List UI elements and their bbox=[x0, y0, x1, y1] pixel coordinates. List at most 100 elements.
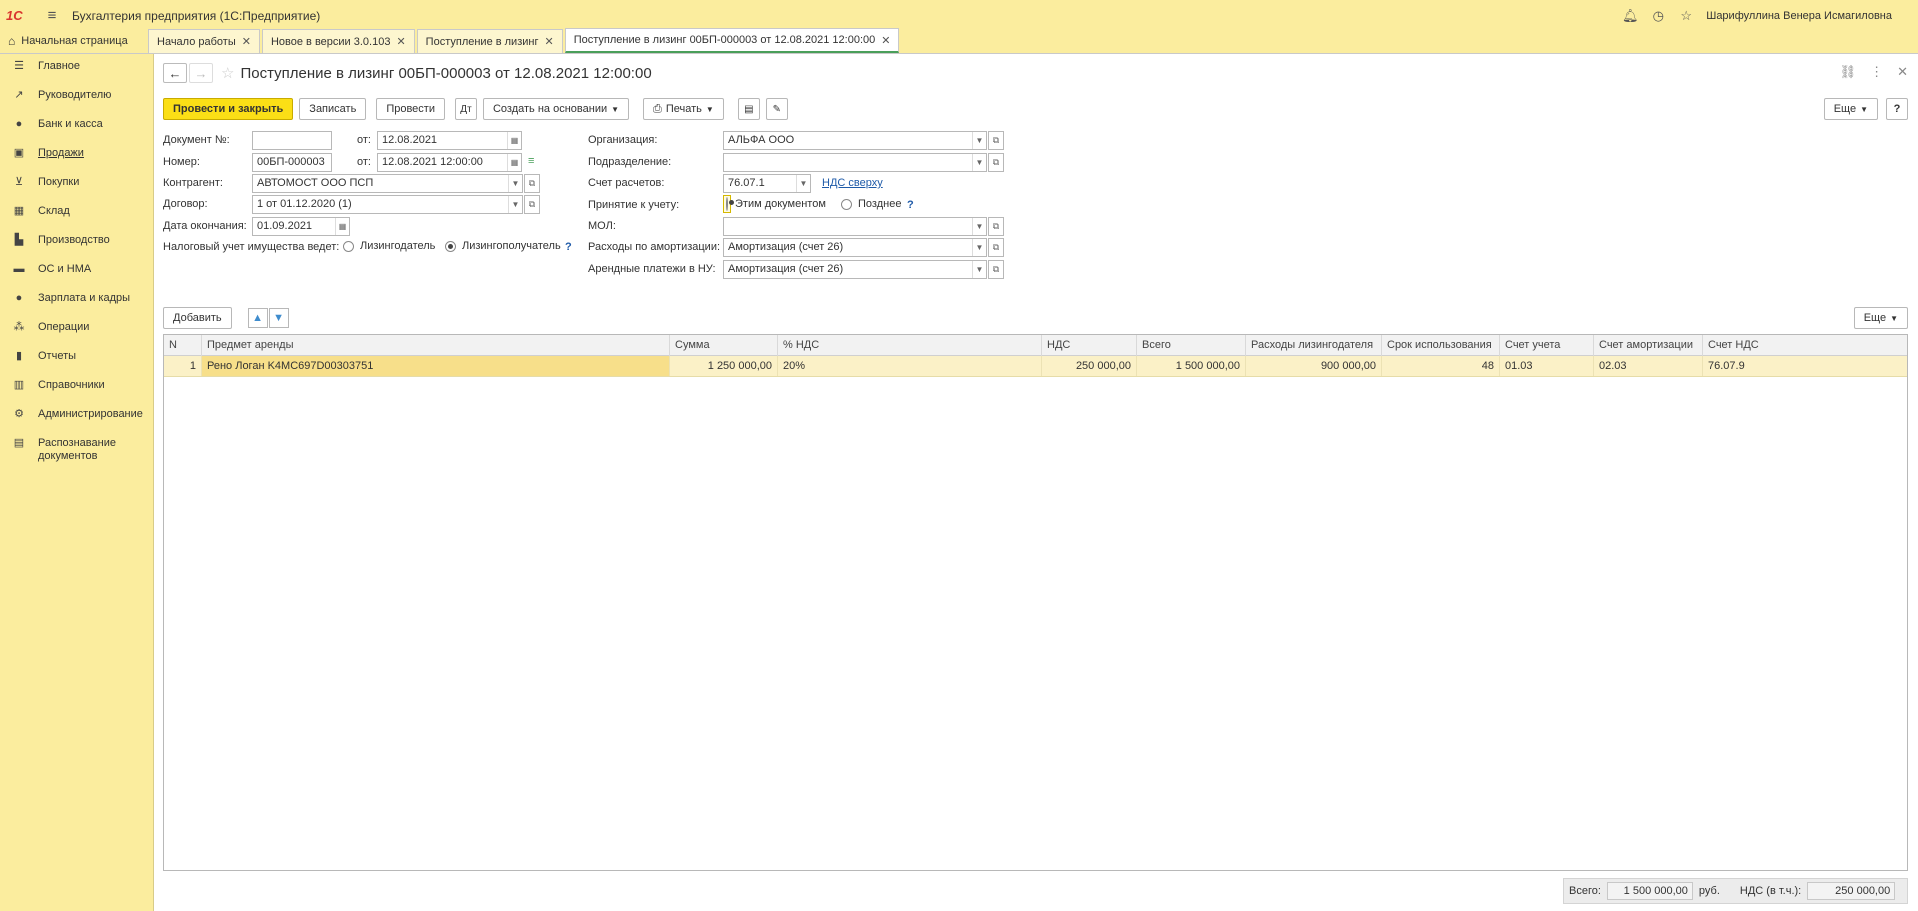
sidebar-item-admin[interactable]: ⚙ Администрирование bbox=[0, 402, 153, 431]
accept-help-icon[interactable]: ? bbox=[907, 199, 914, 211]
calendar-icon[interactable]: ▦ bbox=[335, 218, 349, 235]
cell-usage-term[interactable]: 48 bbox=[1382, 356, 1500, 376]
report-icon[interactable]: ▤ bbox=[737, 98, 760, 120]
dt-kt-icon[interactable]: Дт bbox=[454, 98, 477, 120]
chevron-down-icon[interactable]: ▼ bbox=[972, 218, 986, 235]
radio-this-document[interactable]: Этим документом bbox=[723, 195, 826, 213]
chevron-down-icon[interactable]: ▼ bbox=[972, 261, 986, 278]
counterparty-open-icon[interactable]: ⧉ bbox=[524, 174, 540, 193]
column-header[interactable]: N bbox=[164, 335, 202, 356]
chevron-down-icon[interactable]: ▼ bbox=[972, 132, 986, 149]
sidebar-item-reports[interactable]: ▮ Отчеты bbox=[0, 344, 153, 373]
number-input[interactable]: 00БП-000003 bbox=[252, 153, 332, 172]
amortization-open-icon[interactable]: ⧉ bbox=[988, 238, 1004, 257]
save-button[interactable]: Записать bbox=[299, 98, 367, 120]
column-header[interactable]: % НДС bbox=[778, 335, 1042, 356]
favorites-star-icon[interactable]: ☆ bbox=[1678, 8, 1694, 24]
sidebar-item-salary[interactable]: ● Зарплата и кадры bbox=[0, 286, 153, 315]
calendar-icon[interactable]: ▦ bbox=[507, 132, 521, 149]
sidebar-item-main[interactable]: ☰ Главное bbox=[0, 54, 153, 83]
number-edit-icon[interactable]: ≡ bbox=[528, 155, 534, 167]
radio-lessee[interactable]: Лизингополучатель bbox=[445, 240, 561, 252]
link-icon[interactable]: ⛓ bbox=[1840, 64, 1857, 80]
table-row[interactable]: 1 Рено Логан K4MC697D00303751 1 250 000,… bbox=[164, 356, 1907, 377]
division-input[interactable]: ▼ bbox=[723, 153, 987, 172]
help-button[interactable]: ? bbox=[1886, 98, 1908, 120]
sidebar-item-sales[interactable]: ▣ Продажи bbox=[0, 141, 153, 170]
lease-payments-input[interactable]: Амортизация (счет 26) ▼ bbox=[723, 260, 987, 279]
mol-open-icon[interactable]: ⧉ bbox=[988, 217, 1004, 236]
column-header[interactable]: Всего bbox=[1137, 335, 1246, 356]
contract-open-icon[interactable]: ⧉ bbox=[524, 195, 540, 214]
post-button[interactable]: Провести bbox=[376, 98, 445, 120]
radio-later[interactable]: Позднее bbox=[841, 198, 901, 210]
division-open-icon[interactable]: ⧉ bbox=[988, 153, 1004, 172]
move-up-icon[interactable]: ▲ bbox=[247, 308, 268, 328]
more-vertical-icon[interactable]: ⋮ bbox=[1870, 64, 1883, 80]
account-input[interactable]: 76.07.1 ▼ bbox=[723, 174, 811, 193]
add-row-button[interactable]: Добавить bbox=[163, 307, 232, 329]
create-based-on-button[interactable]: Создать на основании ▼ bbox=[482, 98, 630, 120]
organization-input[interactable]: АЛЬФА ООО ▼ bbox=[723, 131, 987, 150]
cell-amount[interactable]: 1 250 000,00 bbox=[670, 356, 778, 376]
close-icon[interactable]: ✕ bbox=[544, 35, 553, 48]
column-header[interactable]: Счет НДС bbox=[1703, 335, 1907, 356]
doc-date-input[interactable]: 12.08.2021 ▦ bbox=[377, 131, 522, 150]
chevron-down-icon[interactable]: ▼ bbox=[796, 175, 810, 192]
radio-lessor[interactable]: Лизингодатель bbox=[343, 240, 435, 252]
cell-vat-account[interactable]: 76.07.9 bbox=[1703, 356, 1907, 376]
organization-open-icon[interactable]: ⧉ bbox=[988, 131, 1004, 150]
calendar-icon[interactable]: ▦ bbox=[507, 154, 521, 171]
post-and-close-button[interactable]: Провести и закрыть bbox=[163, 98, 294, 120]
tab-leasing-list[interactable]: Поступление в лизинг ✕ bbox=[416, 29, 563, 53]
contract-input[interactable]: 1 от 01.12.2020 (1) ▼ bbox=[252, 195, 523, 214]
amortization-input[interactable]: Амортизация (счет 26) ▼ bbox=[723, 238, 987, 257]
favorite-star-icon[interactable]: ☆ bbox=[221, 64, 234, 82]
tab-start[interactable]: Начало работы ✕ bbox=[148, 29, 260, 53]
cell-lessor-expenses[interactable]: 900 000,00 bbox=[1246, 356, 1382, 376]
sidebar-item-production[interactable]: ▙ Производство bbox=[0, 228, 153, 257]
more-button[interactable]: Еще ▼ bbox=[1823, 98, 1878, 120]
sidebar-item-manager[interactable]: ↗ Руководителю bbox=[0, 83, 153, 112]
sidebar-item-operations[interactable]: ⁂ Операции bbox=[0, 315, 153, 344]
sidebar-item-purchases[interactable]: ⊻ Покупки bbox=[0, 170, 153, 199]
cell-amortization-account[interactable]: 02.03 bbox=[1594, 356, 1703, 376]
number-date-input[interactable]: 12.08.2021 12:00:00 ▦ bbox=[377, 153, 522, 172]
column-header[interactable]: Предмет аренды bbox=[202, 335, 670, 356]
table-more-button[interactable]: Еще ▼ bbox=[1853, 307, 1908, 329]
tax-help-icon[interactable]: ? bbox=[565, 241, 572, 253]
chevron-down-icon[interactable]: ▼ bbox=[972, 154, 986, 171]
doc-no-input[interactable] bbox=[252, 131, 332, 150]
tab-leasing-document[interactable]: Поступление в лизинг 00БП-000003 от 12.0… bbox=[564, 28, 900, 53]
cell-vat-rate[interactable]: 20% bbox=[778, 356, 1042, 376]
column-header[interactable]: Сумма bbox=[670, 335, 778, 356]
vat-on-top-link[interactable]: НДС сверху bbox=[822, 177, 883, 189]
close-icon[interactable]: ✕ bbox=[1897, 64, 1908, 80]
cell-total[interactable]: 1 500 000,00 bbox=[1137, 356, 1246, 376]
tab-home[interactable]: ⌂ Начальная страница bbox=[0, 29, 146, 53]
column-header[interactable]: Счет учета bbox=[1500, 335, 1594, 356]
cell-vat[interactable]: 250 000,00 bbox=[1042, 356, 1137, 376]
column-header[interactable]: Счет амортизации bbox=[1594, 335, 1703, 356]
cell-lease-item[interactable]: Рено Логан K4MC697D00303751 bbox=[202, 356, 670, 376]
edit-icon[interactable]: ✎ bbox=[765, 98, 788, 120]
sidebar-item-assets[interactable]: ▬ ОС и НМА bbox=[0, 257, 153, 286]
end-date-input[interactable]: 01.09.2021 ▦ bbox=[252, 217, 350, 236]
move-down-icon[interactable]: ▼ bbox=[268, 308, 289, 328]
print-button[interactable]: ⎙ Печать ▼ bbox=[643, 98, 724, 120]
sidebar-item-warehouse[interactable]: ▦ Склад bbox=[0, 199, 153, 228]
back-button[interactable]: ← bbox=[163, 63, 187, 83]
column-header[interactable]: Срок использования bbox=[1382, 335, 1500, 356]
cell-account[interactable]: 01.03 bbox=[1500, 356, 1594, 376]
counterparty-input[interactable]: АВТОМОСТ ООО ПСП ▼ bbox=[252, 174, 523, 193]
user-name[interactable]: Шарифуллина Венера Исмагиловна bbox=[1706, 10, 1892, 22]
chevron-down-icon[interactable]: ▼ bbox=[972, 239, 986, 256]
close-icon[interactable]: ✕ bbox=[881, 34, 890, 47]
bell-icon[interactable]: 🔔︎ bbox=[1622, 8, 1639, 24]
close-icon[interactable]: ✕ bbox=[242, 35, 251, 48]
main-menu-icon[interactable]: ≡ bbox=[40, 7, 64, 24]
forward-button[interactable]: → bbox=[189, 63, 213, 83]
chevron-down-icon[interactable]: ▼ bbox=[508, 175, 522, 192]
chevron-down-icon[interactable]: ▼ bbox=[508, 196, 522, 213]
column-header[interactable]: НДС bbox=[1042, 335, 1137, 356]
